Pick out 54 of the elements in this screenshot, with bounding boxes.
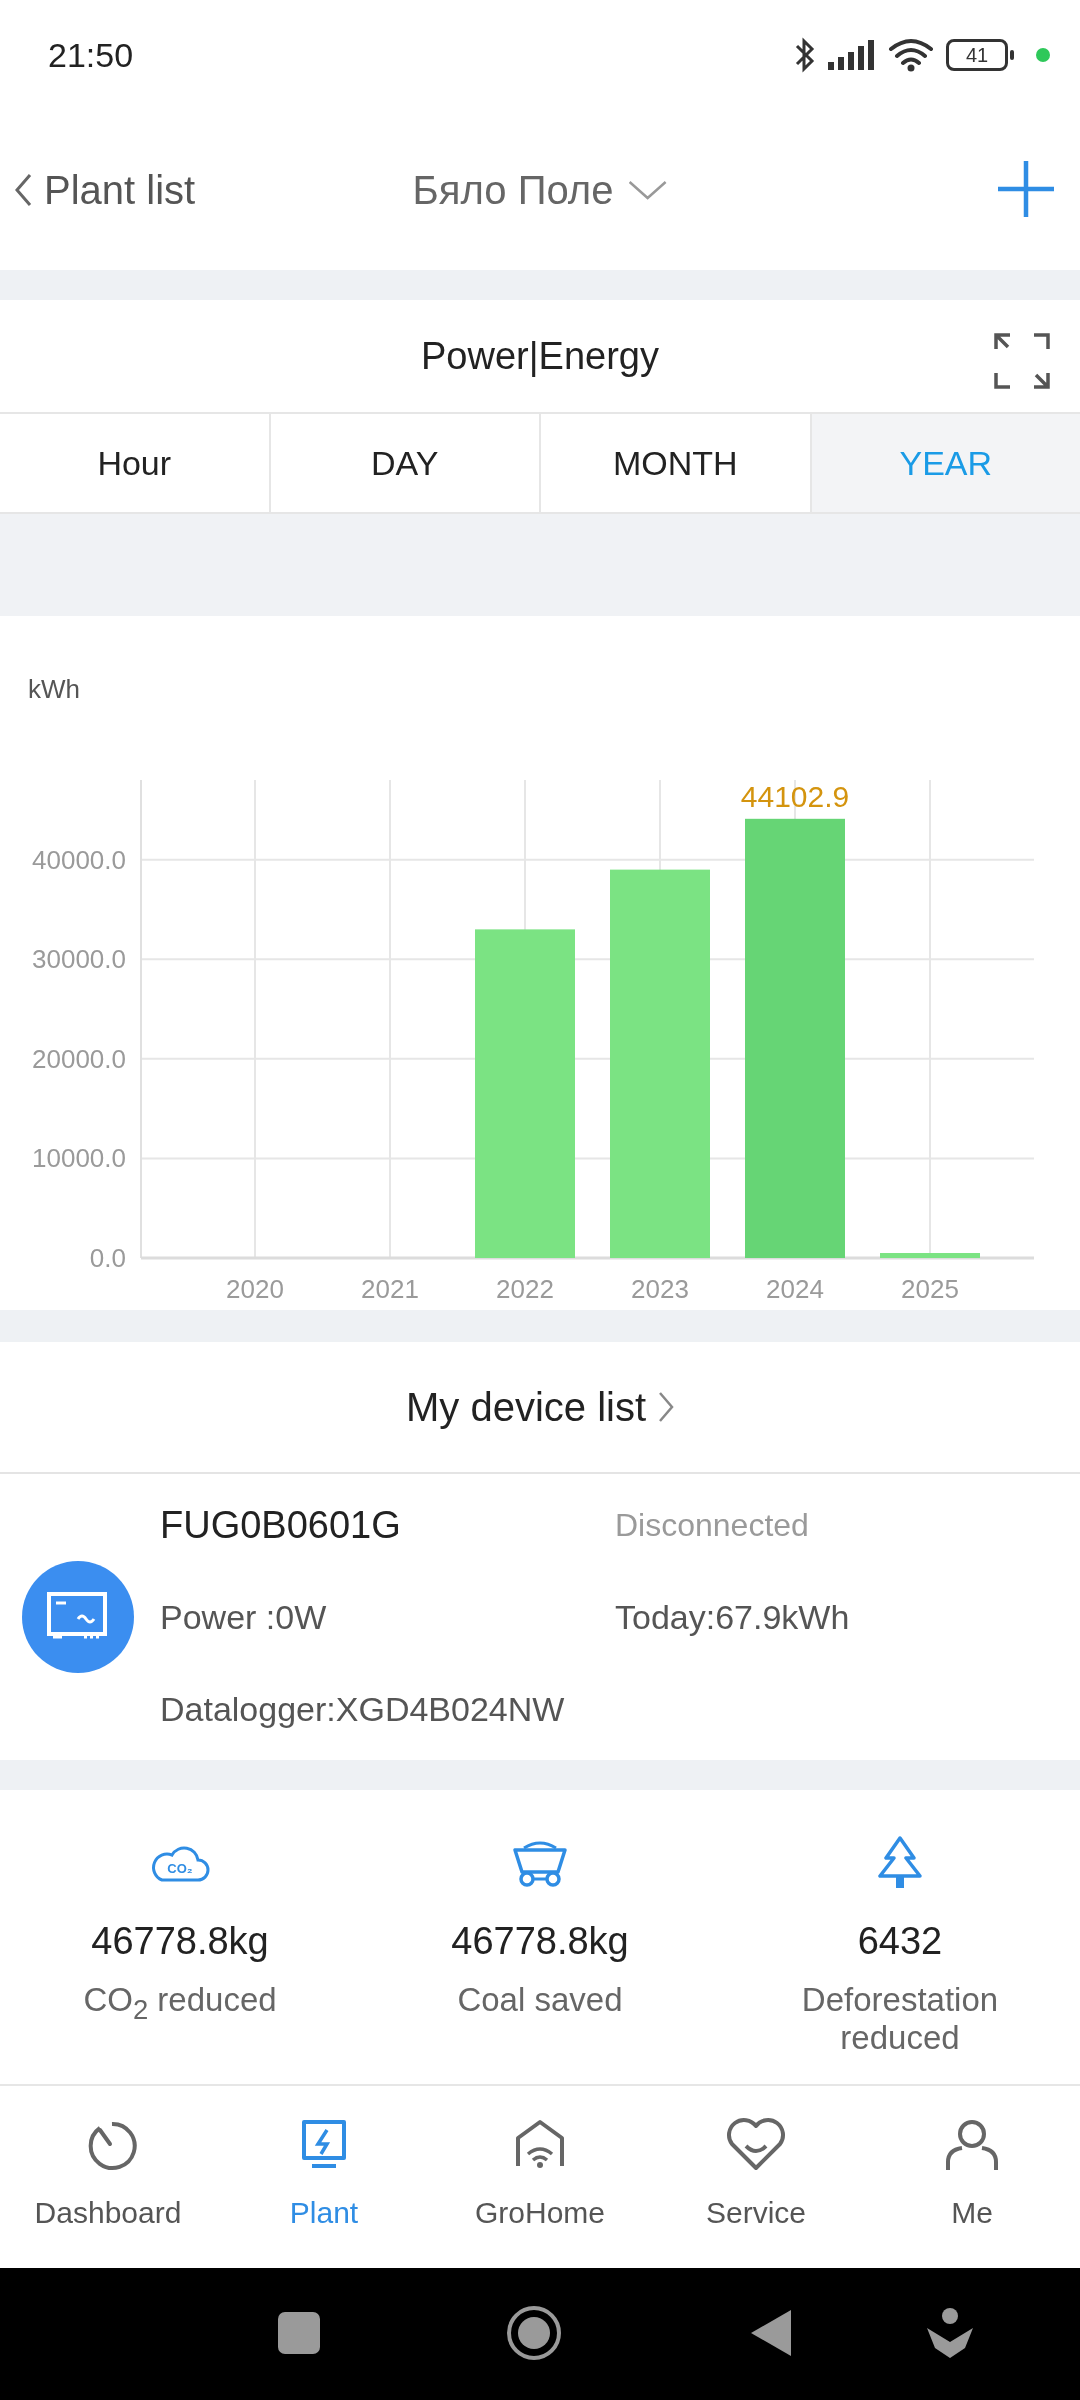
nav-tab[interactable]: Service [648,2086,864,2268]
stat-value: 46778.8kg [451,1920,629,1963]
nav-tab[interactable]: Me [864,2086,1080,2268]
stat-value: 46778.8kg [91,1920,269,1963]
x-axis-label: 2022 [496,1274,554,1304]
device-datalogger: Datalogger:XGD4B024NW [160,1689,566,1729]
plant-selector[interactable]: Бяло Поле [406,166,674,214]
y-axis-label: 0.0 [89,1243,126,1273]
back-nav-button[interactable] [751,2309,791,2359]
y-axis-label: 10000.0 [32,1143,126,1174]
nav-tab[interactable]: GroHome [432,2086,648,2268]
bluetooth-icon [794,37,816,73]
x-axis-label: 2020 [226,1274,284,1304]
device-icon [22,1561,134,1673]
fullscreen-button[interactable] [994,333,1050,392]
nav-tab[interactable]: Dashboard [0,2086,216,2268]
y-axis-label: 40000.0 [32,844,126,875]
y-axis-label: 30000.0 [32,944,126,975]
stat-label: CO$_{2}$ reduced [82,1981,278,2027]
back-icon [14,173,32,207]
triangle-icon [751,2309,791,2356]
stat-label: Deforestation reduced [800,1981,1000,2057]
stat-label: Coal saved [456,1981,624,2019]
x-axis-label: 2021 [361,1274,419,1304]
clock-time: 21:50 [48,35,135,75]
tree-icon [875,1836,925,1890]
chevron-down-icon [627,180,668,200]
square-icon [278,2311,320,2354]
device-list-link[interactable]: My device list [0,1342,1080,1474]
plus-icon [996,158,1056,219]
x-axis-label: 2023 [631,1274,689,1304]
battery-indicator: 41 [946,39,1014,71]
y-axis-unit: kWh [28,674,80,705]
status-dot [1036,48,1050,62]
circle-icon [506,2304,562,2361]
accessibility-button[interactable] [927,2307,973,2361]
cloud-icon: CO₂ [150,1843,210,1883]
device-status: Disconnected [615,1506,810,1544]
y-axis-label: 20000.0 [32,1043,126,1074]
card-title: Power|Energy [421,334,659,378]
stat-value: 6432 [857,1920,943,1963]
wifi-icon [888,38,934,72]
x-axis-label: 2024 [766,1274,824,1304]
recents-button[interactable] [278,2311,320,2357]
data-label: 44102.9 [740,779,850,813]
x-axis-label: 2025 [901,1274,959,1304]
back-button[interactable]: Plant list [0,166,202,214]
expand-icon [994,333,1050,389]
device-name: FUG0B0601G [160,1503,402,1547]
signal-icon [828,40,876,70]
device-energy-today: Today:67.9kWh [615,1597,850,1637]
chevron-right-icon [658,1391,675,1423]
device-power: Power :0W [160,1597,328,1637]
person-icon [927,2307,973,2358]
